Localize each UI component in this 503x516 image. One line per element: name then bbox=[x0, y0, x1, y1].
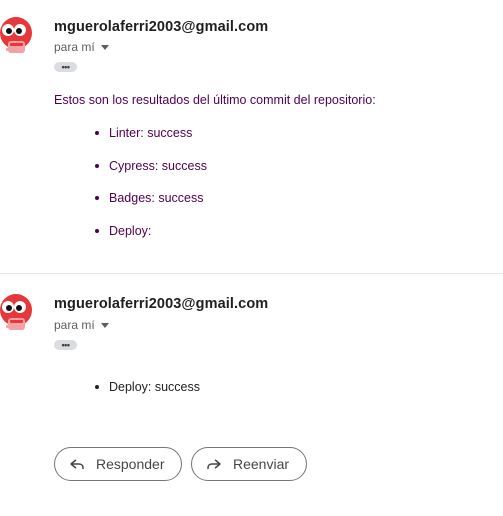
message-2: mguerolaferri2003@gmail.com para mí ••• … bbox=[0, 274, 503, 516]
sender-email[interactable]: mguerolaferri2003@gmail.com bbox=[54, 296, 268, 312]
forward-icon bbox=[207, 459, 221, 470]
message-intro: Estos son los resultados del último comm… bbox=[54, 93, 376, 107]
message-1: mguerolaferri2003@gmail.com para mí ••• … bbox=[0, 0, 503, 272]
show-trimmed-content-button[interactable]: ••• bbox=[54, 62, 77, 72]
list-item: Badges: success bbox=[94, 190, 207, 223]
message-actions: Responder Reenviar bbox=[54, 447, 307, 481]
results-list: Deploy: success bbox=[94, 379, 200, 412]
recipient-label: para mí bbox=[54, 318, 95, 332]
caret-down-icon bbox=[100, 45, 109, 50]
recipient-dropdown[interactable]: para mí bbox=[54, 318, 109, 332]
show-trimmed-content-button[interactable]: ••• bbox=[54, 340, 77, 350]
reply-icon bbox=[70, 459, 84, 470]
reply-button[interactable]: Responder bbox=[54, 447, 182, 481]
list-item: Deploy: success bbox=[94, 379, 200, 412]
recipient-label: para mí bbox=[54, 40, 95, 54]
list-item: Linter: success bbox=[94, 125, 207, 158]
sender-email[interactable]: mguerolaferri2003@gmail.com bbox=[54, 19, 268, 35]
forward-button[interactable]: Reenviar bbox=[191, 447, 307, 481]
caret-down-icon bbox=[100, 323, 109, 328]
list-item: Cypress: success bbox=[94, 158, 207, 191]
forward-label: Reenviar bbox=[233, 456, 290, 472]
avatar-icon bbox=[0, 17, 32, 53]
avatar-icon bbox=[0, 294, 32, 330]
results-list: Linter: success Cypress: success Badges:… bbox=[94, 125, 207, 255]
recipient-dropdown[interactable]: para mí bbox=[54, 40, 109, 54]
list-item: Deploy: bbox=[94, 223, 207, 256]
sender-avatar[interactable] bbox=[0, 293, 36, 333]
reply-label: Responder bbox=[96, 456, 165, 472]
sender-avatar[interactable] bbox=[0, 16, 36, 56]
